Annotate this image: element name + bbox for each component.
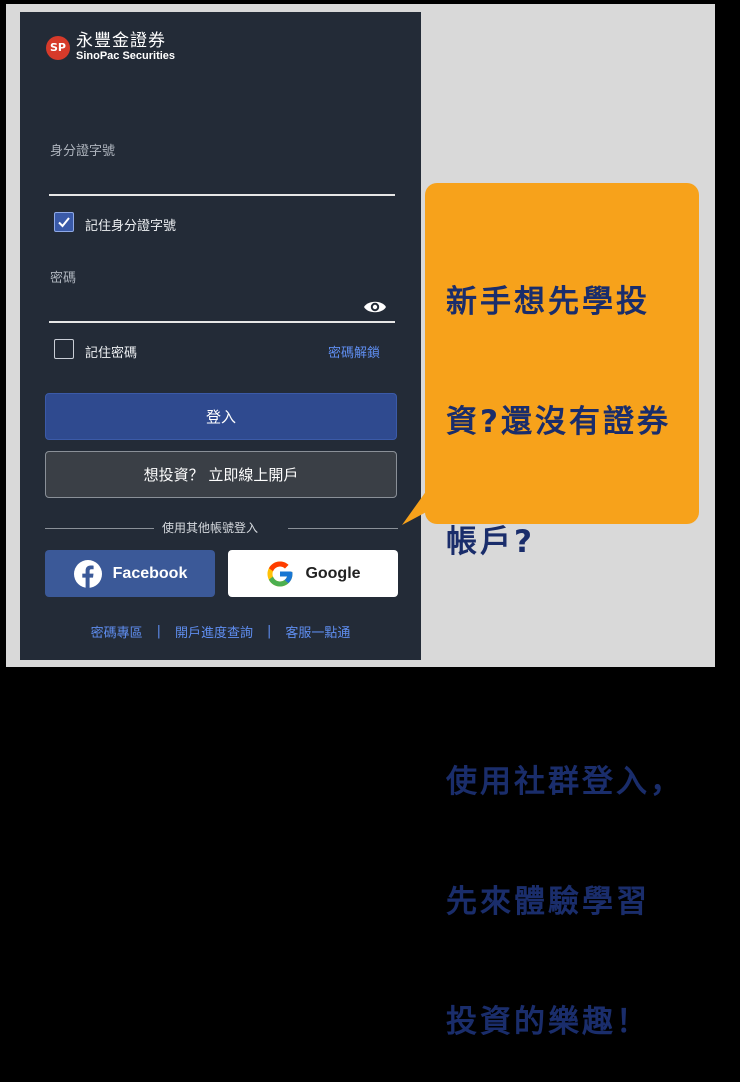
remember-password-label: 記住密碼 (85, 346, 138, 361)
callout-line: 投資的樂趣！ (446, 1004, 650, 1040)
remember-password-checkbox[interactable] (54, 339, 74, 359)
remember-id-label: 記住身分證字號 (85, 219, 177, 234)
divider-right (288, 528, 398, 529)
facebook-logo-icon (73, 559, 102, 588)
callout-line (446, 642, 716, 682)
callout-line: 新手想先學投 (446, 284, 650, 320)
sinopac-logo-icon: SP (46, 35, 70, 60)
login-button[interactable]: 登入 (45, 393, 397, 440)
id-field-label: 身分證字號 (50, 144, 116, 159)
password-input[interactable] (49, 321, 395, 323)
open-account-button[interactable]: 想投資？ 立即線上開戶 (45, 451, 397, 498)
other-login-label: 使用其他帳號登入 (162, 521, 259, 535)
remember-id-checkbox[interactable] (54, 212, 74, 232)
footer-link-account-status[interactable]: 開戶進度查詢 (175, 622, 253, 641)
divider-left (45, 528, 154, 529)
brand-name-cn: 永豐金證券 (76, 31, 166, 51)
password-unlock-link[interactable]: 密碼解鎖 (328, 342, 380, 361)
google-login-button[interactable]: Google (228, 550, 398, 597)
password-field-label: 密碼 (50, 271, 77, 286)
footer-separator: | (267, 624, 272, 639)
callout-line: 資?還沒有證券 (446, 404, 671, 440)
id-input[interactable] (49, 194, 395, 196)
eye-icon[interactable] (363, 298, 387, 316)
check-icon (58, 217, 70, 228)
footer-link-password[interactable]: 密碼專區 (91, 622, 143, 641)
callout-line: 帳戶? (446, 524, 535, 560)
google-logo-icon (267, 561, 293, 586)
footer-link-customer-service[interactable]: 客服一點通 (285, 622, 350, 641)
facebook-button-label: Facebook (112, 564, 188, 582)
footer-links: 密碼專區 | 開戶進度查詢 | 客服一點通 (20, 622, 421, 641)
login-panel: SP 永豐金證券 SinoPac Securities 身分證字號 記住身分證字… (20, 12, 421, 660)
callout-line: 使用社群登入， (446, 764, 684, 800)
brand-name-en: SinoPac Securities (76, 49, 176, 62)
brand-logo: SP 永豐金證券 SinoPac Securities (46, 31, 176, 62)
facebook-login-button[interactable]: Facebook (45, 550, 215, 597)
promo-callout-text: 新手想先學投 資?還沒有證券 帳戶? 使用社群登入， 先來體驗學習 投資的樂趣！ (446, 202, 716, 1082)
callout-line: 先來體驗學習 (446, 884, 650, 920)
google-button-label: Google (305, 564, 361, 582)
footer-separator: | (156, 624, 161, 639)
